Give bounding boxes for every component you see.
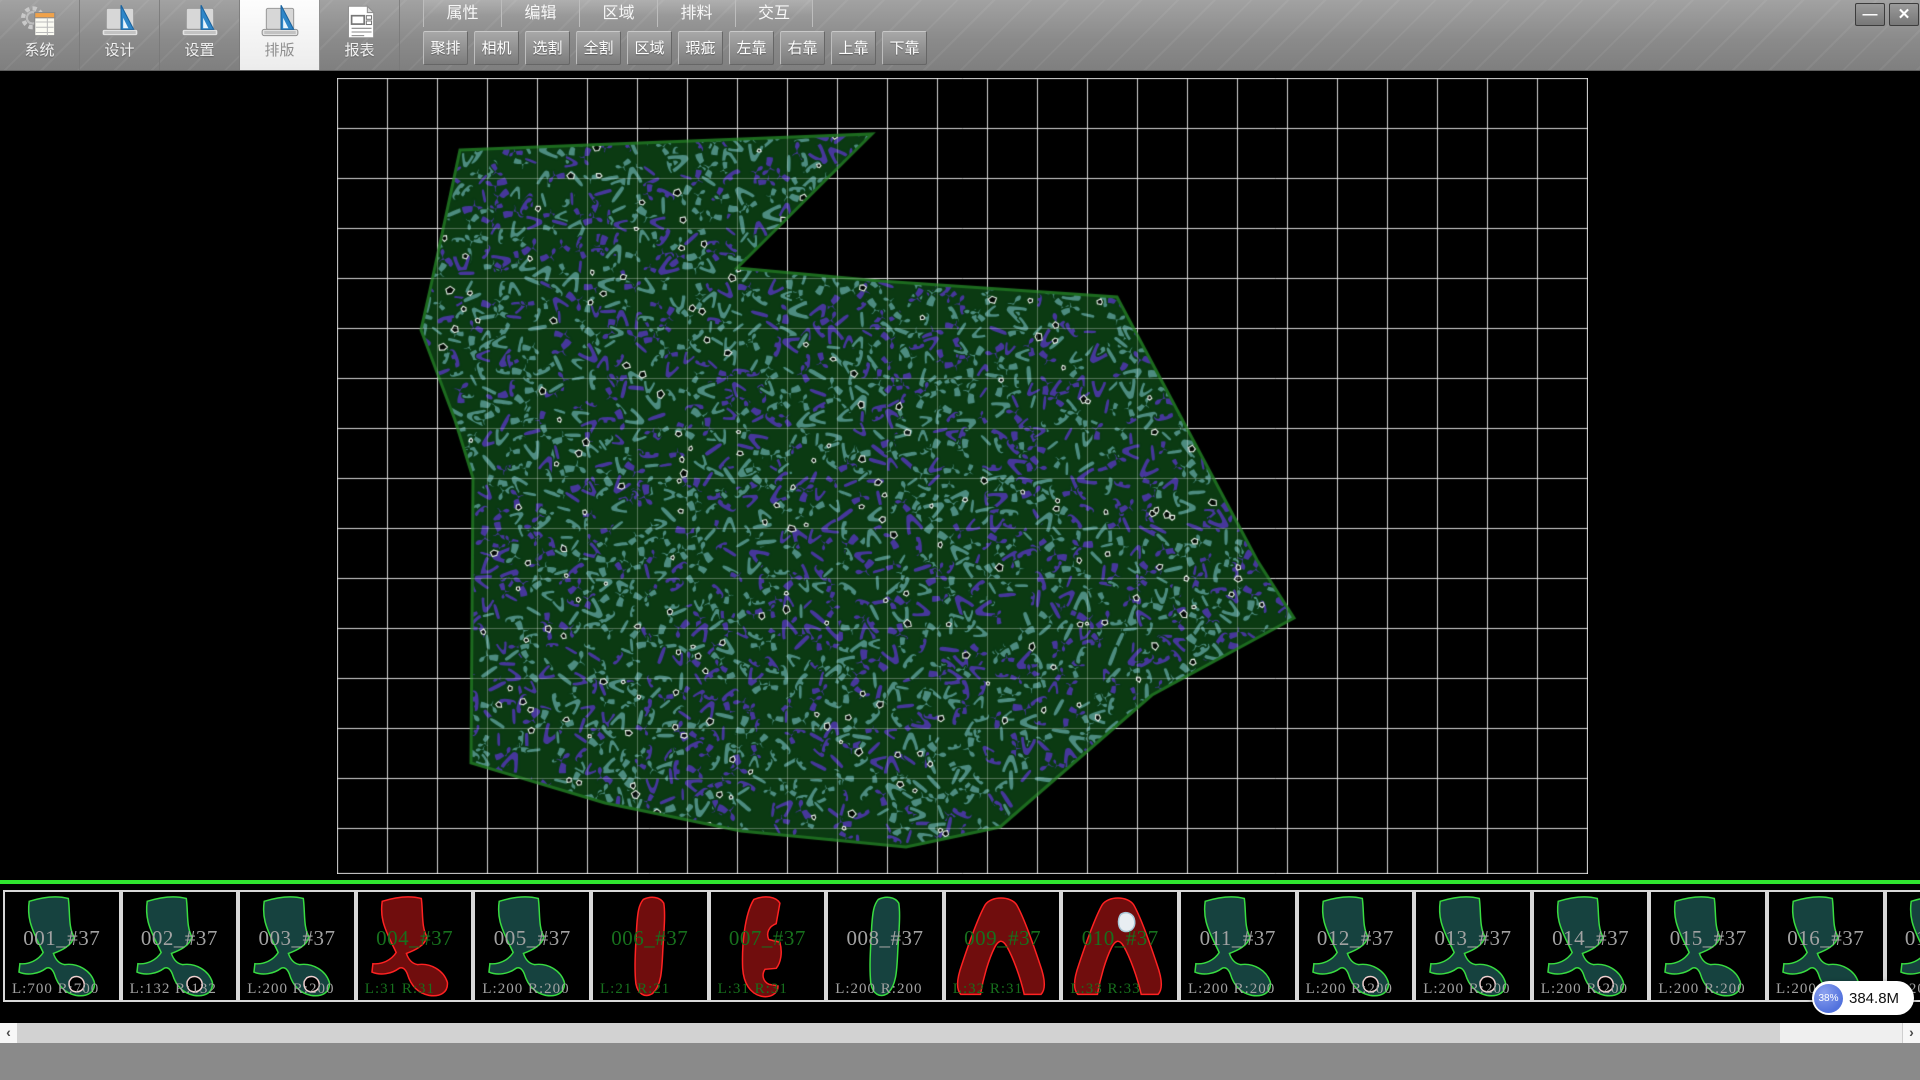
- part-thumbnail-011_#37[interactable]: 011_#37L:200 R:200: [1179, 890, 1297, 1002]
- part-shape: [475, 892, 589, 1000]
- part-thumbnail-015_#37[interactable]: 015_#37L:200 R:200: [1649, 890, 1767, 1002]
- tool-button-row: 聚排相机选割全割区域瑕疵左靠右靠上靠下靠: [423, 31, 933, 65]
- memory-percent-icon: 38%: [1814, 984, 1843, 1013]
- part-thumbnail-007_#37[interactable]: 007_#37L:31 R:31: [709, 890, 827, 1002]
- part-shape: [946, 892, 1060, 1000]
- part-thumbnail-014_#37[interactable]: 014_#37L:200 R:200: [1532, 890, 1650, 1002]
- scroll-left-button[interactable]: ‹: [0, 1023, 18, 1043]
- part-shape: [1299, 892, 1413, 1000]
- tool-瑕疵[interactable]: 瑕疵: [678, 31, 723, 65]
- tool-聚排[interactable]: 聚排: [423, 31, 468, 65]
- memory-usage-badge[interactable]: 38% 384.8M: [1812, 981, 1914, 1015]
- part-thumbnail-006_#37[interactable]: 006_#37L:21 R:21: [591, 890, 709, 1002]
- report-doc-icon: [339, 3, 381, 41]
- part-shape: [828, 892, 942, 1000]
- memory-amount-label: 384.8M: [1849, 990, 1899, 1007]
- module-button-label: 设置: [184, 41, 214, 61]
- tool-右靠[interactable]: 右靠: [780, 31, 825, 65]
- status-footer: [0, 1043, 1920, 1080]
- part-shape: [593, 892, 707, 1000]
- main-toolbar: 系统设计设置排版报表 属性编辑区域排料交互 聚排相机选割全割区域瑕疵左靠右靠上靠…: [0, 0, 1920, 71]
- part-shape: [240, 892, 354, 1000]
- menu-属性[interactable]: 属性: [423, 0, 501, 27]
- tool-左靠[interactable]: 左靠: [729, 31, 774, 65]
- tool-全割[interactable]: 全割: [576, 31, 621, 65]
- part-thumbnail-012_#37[interactable]: 012_#37L:200 R:200: [1297, 890, 1415, 1002]
- part-thumbnail-009_#37[interactable]: 009_#37L:32 R:31: [944, 890, 1062, 1002]
- part-thumbnail-013_#37[interactable]: 013_#37L:200 R:200: [1414, 890, 1532, 1002]
- part-thumbnail-010_#37[interactable]: 010_#37L:33 R:33: [1061, 890, 1179, 1002]
- module-button-label: 排版: [264, 41, 294, 61]
- part-shape: [1651, 892, 1765, 1000]
- menu-bar: 属性编辑区域排料交互: [423, 0, 813, 27]
- part-thumbnail-008_#37[interactable]: 008_#37L:200 R:200: [826, 890, 944, 1002]
- application-window: 系统设计设置排版报表 属性编辑区域排料交互 聚排相机选割全割区域瑕疵左靠右靠上靠…: [0, 0, 1920, 1080]
- parts-thumbnail-strip: 001_#37L:700 R:700002_#37L:132 R:132003_…: [0, 884, 1920, 1023]
- module-button-设置[interactable]: 设置: [160, 0, 240, 70]
- part-thumbnail-004_#37[interactable]: 004_#37L:31 R:31: [356, 890, 474, 1002]
- system-gear-icon: [19, 3, 61, 41]
- module-button-排版[interactable]: 排版: [240, 0, 320, 70]
- minimize-button[interactable]: —: [1855, 3, 1885, 26]
- module-button-label: 报表: [344, 41, 374, 61]
- module-button-系统[interactable]: 系统: [0, 0, 80, 70]
- part-shape: [1534, 892, 1648, 1000]
- module-button-label: 系统: [24, 41, 54, 61]
- menu-区域[interactable]: 区域: [579, 0, 657, 27]
- menu-交互[interactable]: 交互: [735, 0, 813, 27]
- tool-相机[interactable]: 相机: [474, 31, 519, 65]
- part-shape: [1416, 892, 1530, 1000]
- part-shape: [358, 892, 472, 1000]
- settings-ruler-icon: [179, 3, 221, 41]
- nesting-canvas[interactable]: [337, 78, 1588, 874]
- close-button[interactable]: ✕: [1889, 3, 1919, 26]
- tool-上靠[interactable]: 上靠: [831, 31, 876, 65]
- design-ruler-icon: [99, 3, 141, 41]
- scrollbar-thumb[interactable]: [17, 1023, 1780, 1043]
- menu-编辑[interactable]: 编辑: [501, 0, 579, 27]
- part-thumbnail-003_#37[interactable]: 003_#37L:200 R:200: [238, 890, 356, 1002]
- scroll-right-button[interactable]: ›: [1902, 1023, 1920, 1043]
- tool-区域[interactable]: 区域: [627, 31, 672, 65]
- layout-ruler-icon: [259, 3, 301, 41]
- part-thumbnail-001_#37[interactable]: 001_#37L:700 R:700: [3, 890, 121, 1002]
- part-thumbnail-002_#37[interactable]: 002_#37L:132 R:132: [121, 890, 239, 1002]
- module-button-label: 设计: [104, 41, 134, 61]
- horizontal-scrollbar[interactable]: ‹ ›: [0, 1023, 1920, 1043]
- menu-排料[interactable]: 排料: [657, 0, 735, 27]
- part-shape: [5, 892, 119, 1000]
- module-icon-strip: 系统 设计 设置 排版 报表: [0, 0, 400, 70]
- part-shape: [1063, 892, 1177, 1000]
- module-button-设计[interactable]: 设计: [80, 0, 160, 70]
- part-shape: [1181, 892, 1295, 1000]
- part-shape: [123, 892, 237, 1000]
- module-button-报表[interactable]: 报表: [320, 0, 400, 70]
- tool-下靠[interactable]: 下靠: [882, 31, 927, 65]
- part-thumbnail-005_#37[interactable]: 005_#37L:200 R:200: [473, 890, 591, 1002]
- tool-选割[interactable]: 选割: [525, 31, 570, 65]
- part-shape: [711, 892, 825, 1000]
